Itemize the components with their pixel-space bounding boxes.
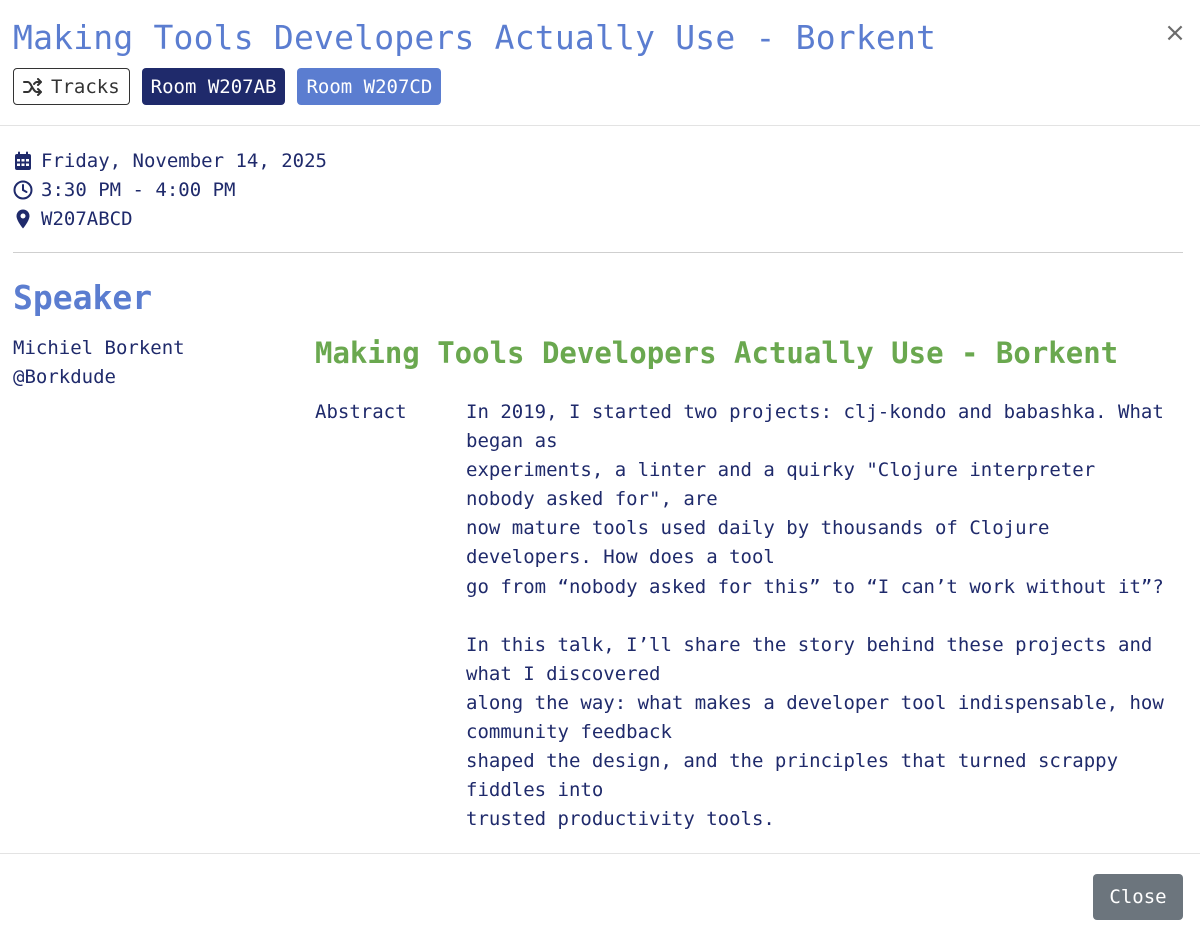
abstract-line: In this talk, I’ll share the story behin… [466, 633, 1153, 656]
tag-list: Tracks Room W207AB Room W207CD [13, 68, 442, 105]
session-meta: Friday, November 14, 2025 3:30 PM - 4:00… [13, 146, 327, 233]
room-w207cd-tag[interactable]: Room W207CD [297, 68, 442, 105]
abstract-line: now mature tools used daily by thousands… [466, 517, 1050, 540]
tracks-tag[interactable]: Tracks [13, 68, 130, 105]
abstract-line: began as [466, 430, 558, 453]
abstract-line: what I discovered [466, 662, 661, 685]
abstract-line: shaped the design, and the principles th… [466, 750, 1119, 773]
session-location: W207ABCD [41, 207, 133, 230]
abstract-line: experiments, a linter and a quirky "Cloj… [466, 459, 1096, 482]
map-pin-icon [13, 209, 33, 229]
abstract-text: In 2019, I started two projects: clj-kon… [466, 398, 1186, 834]
abstract-line: go from “nobody asked for this” to “I ca… [466, 575, 1164, 598]
modal-title: Making Tools Developers Actually Use - B… [13, 18, 937, 57]
clock-icon [13, 180, 33, 200]
time-row: 3:30 PM - 4:00 PM [13, 175, 327, 204]
abstract-line: along the way: what makes a developer to… [466, 691, 1164, 714]
modal-header: Making Tools Developers Actually Use - B… [0, 0, 1200, 126]
speaker-handle: @Borkdude [13, 366, 116, 388]
abstract-line: fiddles into [466, 779, 604, 802]
abstract-line: nobody asked for", are [466, 488, 718, 511]
abstract-line: community feedback [466, 721, 672, 744]
abstract-line [466, 602, 1186, 631]
speaker-name: Michiel Borkent [13, 337, 185, 359]
session-date: Friday, November 14, 2025 [41, 149, 327, 172]
speaker-heading: Speaker [13, 278, 153, 317]
close-button[interactable]: Close [1093, 874, 1183, 920]
modal-footer: Close [0, 853, 1200, 934]
session-time: 3:30 PM - 4:00 PM [41, 178, 236, 201]
abstract-line: trusted productivity tools. [466, 808, 775, 831]
date-row: Friday, November 14, 2025 [13, 146, 327, 175]
abstract-line: developers. How does a tool [466, 546, 775, 569]
abstract-line: In 2019, I started two projects: clj-kon… [466, 401, 1164, 423]
shuffle-icon [23, 77, 42, 96]
calendar-icon [13, 151, 33, 171]
abstract-label: Abstract [315, 401, 407, 423]
location-row: W207ABCD [13, 204, 327, 233]
talk-title: Making Tools Developers Actually Use - B… [315, 336, 1119, 370]
room-w207ab-tag[interactable]: Room W207AB [141, 68, 286, 105]
close-icon[interactable]: × [1162, 18, 1188, 48]
section-divider [13, 252, 1183, 253]
speaker-info: Michiel Borkent @Borkdude [13, 334, 185, 392]
tracks-tag-label: Tracks [51, 75, 120, 98]
